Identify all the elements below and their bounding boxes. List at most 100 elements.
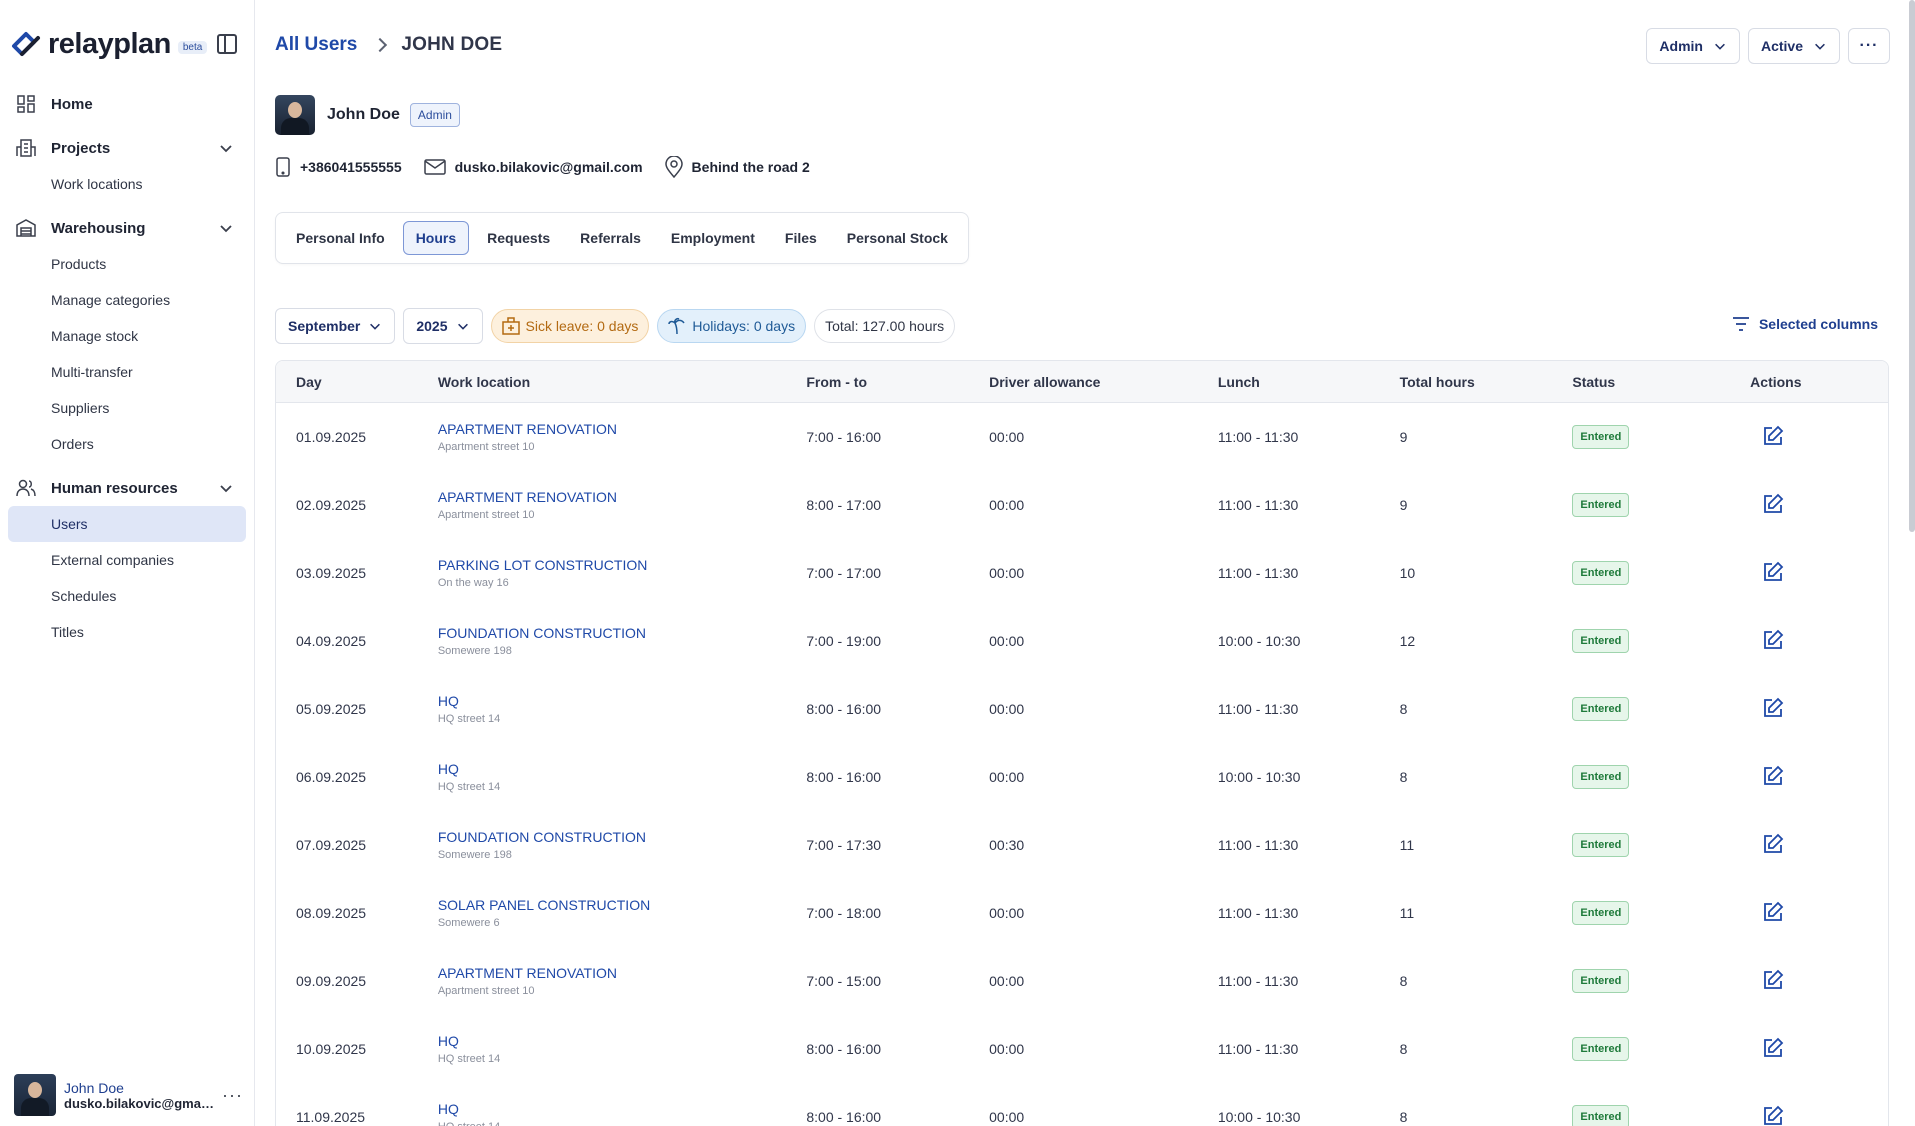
column-header-lunch[interactable]: Lunch xyxy=(1218,374,1400,390)
holidays-chip: Holidays: 0 days xyxy=(657,309,807,343)
status-badge: Entered xyxy=(1572,833,1630,857)
tab-requests[interactable]: Requests xyxy=(475,221,562,255)
status-badge: Entered xyxy=(1572,697,1630,721)
table-row[interactable]: 11.09.2025 HQ HQ street 14 8:00 - 16:00 … xyxy=(276,1083,1888,1126)
status-badge: Entered xyxy=(1572,969,1630,993)
row-work-location: APARTMENT RENOVATION Apartment street 10 xyxy=(438,965,807,997)
table-row[interactable]: 04.09.2025 FOUNDATION CONSTRUCTION Somew… xyxy=(276,607,1888,675)
column-header-from-to[interactable]: From - to xyxy=(806,374,989,390)
table-row[interactable]: 06.09.2025 HQ HQ street 14 8:00 - 16:00 … xyxy=(276,743,1888,811)
more-actions-button[interactable]: ··· xyxy=(1848,28,1890,64)
sidebar-item-external-companies[interactable]: External companies xyxy=(0,542,254,578)
column-header-work-location[interactable]: Work location xyxy=(438,374,807,390)
table-row[interactable]: 03.09.2025 PARKING LOT CONSTRUCTION On t… xyxy=(276,539,1888,607)
work-location-link[interactable]: APARTMENT RENOVATION xyxy=(438,421,807,437)
column-header-status[interactable]: Status xyxy=(1572,374,1750,390)
row-work-location: HQ HQ street 14 xyxy=(438,693,807,725)
sidebar-item-suppliers[interactable]: Suppliers xyxy=(0,390,254,426)
row-status: Entered xyxy=(1572,493,1750,517)
work-location-link[interactable]: HQ xyxy=(438,1033,807,1049)
chevron-down-icon xyxy=(220,485,232,493)
work-location-link[interactable]: HQ xyxy=(438,761,807,777)
tab-referrals[interactable]: Referrals xyxy=(568,221,653,255)
tab-hours[interactable]: Hours xyxy=(402,221,470,255)
sidebar-section-warehousing[interactable]: Warehousing xyxy=(0,210,254,246)
work-location-link[interactable]: APARTMENT RENOVATION xyxy=(438,489,807,505)
palm-tree-icon xyxy=(668,318,685,335)
table-row[interactable]: 01.09.2025 APARTMENT RENOVATION Apartmen… xyxy=(276,403,1888,471)
edit-icon[interactable] xyxy=(1762,561,1784,583)
edit-icon[interactable] xyxy=(1762,697,1784,719)
column-header-driver-allowance[interactable]: Driver allowance xyxy=(989,374,1218,390)
sidebar-user-email: dusko.bilakovic@gmai... xyxy=(64,1095,214,1111)
sidebar-item-schedules[interactable]: Schedules xyxy=(0,578,254,614)
main-content: All Users JOHN DOE Admin Active ··· John… xyxy=(255,0,1915,1126)
edit-icon[interactable] xyxy=(1762,425,1784,447)
sidebar-section-human-resources[interactable]: Human resources xyxy=(0,470,254,506)
row-driver-allowance: 00:00 xyxy=(989,1109,1025,1125)
sidebar-item-work-locations[interactable]: Work locations xyxy=(0,166,254,202)
edit-icon[interactable] xyxy=(1762,629,1784,651)
work-location-link[interactable]: APARTMENT RENOVATION xyxy=(438,965,807,981)
edit-icon[interactable] xyxy=(1762,833,1784,855)
table-row[interactable]: 10.09.2025 HQ HQ street 14 8:00 - 16:00 … xyxy=(276,1015,1888,1083)
edit-icon[interactable] xyxy=(1762,901,1784,923)
row-from-to: 8:00 - 16:00 xyxy=(806,701,882,717)
sidebar-user[interactable]: John Doe dusko.bilakovic@gmai... ··· xyxy=(14,1074,244,1116)
more-options-icon[interactable]: ··· xyxy=(222,1085,243,1106)
work-location-address: Somewere 198 xyxy=(437,645,512,657)
work-location-link[interactable]: PARKING LOT CONSTRUCTION xyxy=(438,557,807,573)
breadcrumb-all-users-link[interactable]: All Users xyxy=(275,34,357,56)
sidebar-item-users[interactable]: Users xyxy=(8,506,246,542)
edit-icon[interactable] xyxy=(1762,969,1784,991)
table-row[interactable]: 09.09.2025 APARTMENT RENOVATION Apartmen… xyxy=(276,947,1888,1015)
tab-employment[interactable]: Employment xyxy=(659,221,767,255)
table-row[interactable]: 07.09.2025 FOUNDATION CONSTRUCTION Somew… xyxy=(276,811,1888,879)
edit-icon[interactable] xyxy=(1762,1037,1784,1059)
sidebar-item-titles[interactable]: Titles xyxy=(0,614,254,650)
column-header-total-hours[interactable]: Total hours xyxy=(1400,374,1573,390)
status-dropdown[interactable]: Active xyxy=(1747,28,1840,64)
sidebar-item-orders[interactable]: Orders xyxy=(0,426,254,462)
sidebar-toggle-icon[interactable] xyxy=(217,34,237,54)
tab-files[interactable]: Files xyxy=(773,221,829,255)
edit-icon[interactable] xyxy=(1762,1105,1784,1126)
row-lunch: 11:00 - 11:30 xyxy=(1217,837,1299,853)
brand[interactable]: relayplan beta xyxy=(0,22,254,66)
work-location-link[interactable]: FOUNDATION CONSTRUCTION xyxy=(438,829,807,845)
status-badge: Entered xyxy=(1572,629,1630,653)
work-location-address: On the way 16 xyxy=(437,577,509,589)
row-day: 07.09.2025 xyxy=(296,837,367,853)
work-location-link[interactable]: FOUNDATION CONSTRUCTION xyxy=(438,625,807,641)
row-day: 10.09.2025 xyxy=(296,1041,367,1057)
sidebar-item-multi-transfer[interactable]: Multi-transfer xyxy=(0,354,254,390)
edit-icon[interactable] xyxy=(1762,765,1784,787)
month-select[interactable]: September xyxy=(275,308,396,344)
tab-personal-info[interactable]: Personal Info xyxy=(284,221,397,255)
table-row[interactable]: 02.09.2025 APARTMENT RENOVATION Apartmen… xyxy=(276,471,1888,539)
sidebar-section-projects[interactable]: Projects xyxy=(0,130,254,166)
row-work-location: SOLAR PANEL CONSTRUCTION Somewere 6 xyxy=(438,897,807,929)
breadcrumb: All Users JOHN DOE xyxy=(275,34,502,56)
scrollbar[interactable] xyxy=(1909,0,1915,532)
tab-personal-stock[interactable]: Personal Stock xyxy=(835,221,960,255)
edit-icon[interactable] xyxy=(1762,493,1784,515)
sidebar-item-products[interactable]: Products xyxy=(0,246,254,282)
year-select[interactable]: 2025 xyxy=(403,308,483,344)
status-badge: Entered xyxy=(1572,561,1630,585)
table-row[interactable]: 08.09.2025 SOLAR PANEL CONSTRUCTION Some… xyxy=(276,879,1888,947)
role-dropdown[interactable]: Admin xyxy=(1646,28,1740,64)
table-row[interactable]: 05.09.2025 HQ HQ street 14 8:00 - 16:00 … xyxy=(276,675,1888,743)
sidebar-item-home[interactable]: Home xyxy=(0,86,254,122)
column-header-day[interactable]: Day xyxy=(276,374,438,390)
sick-leave-chip: Sick leave: 0 days xyxy=(490,309,650,343)
row-from-to: 8:00 - 16:00 xyxy=(806,1109,882,1125)
chevron-down-icon xyxy=(220,145,232,153)
profile-header: John Doe Admin xyxy=(275,95,460,135)
work-location-link[interactable]: HQ xyxy=(438,693,807,709)
sidebar-item-manage-categories[interactable]: Manage categories xyxy=(0,282,254,318)
work-location-link[interactable]: SOLAR PANEL CONSTRUCTION xyxy=(438,897,807,913)
work-location-link[interactable]: HQ xyxy=(438,1101,807,1117)
selected-columns-button[interactable]: Selected columns xyxy=(1732,316,1878,332)
sidebar-item-manage-stock[interactable]: Manage stock xyxy=(0,318,254,354)
